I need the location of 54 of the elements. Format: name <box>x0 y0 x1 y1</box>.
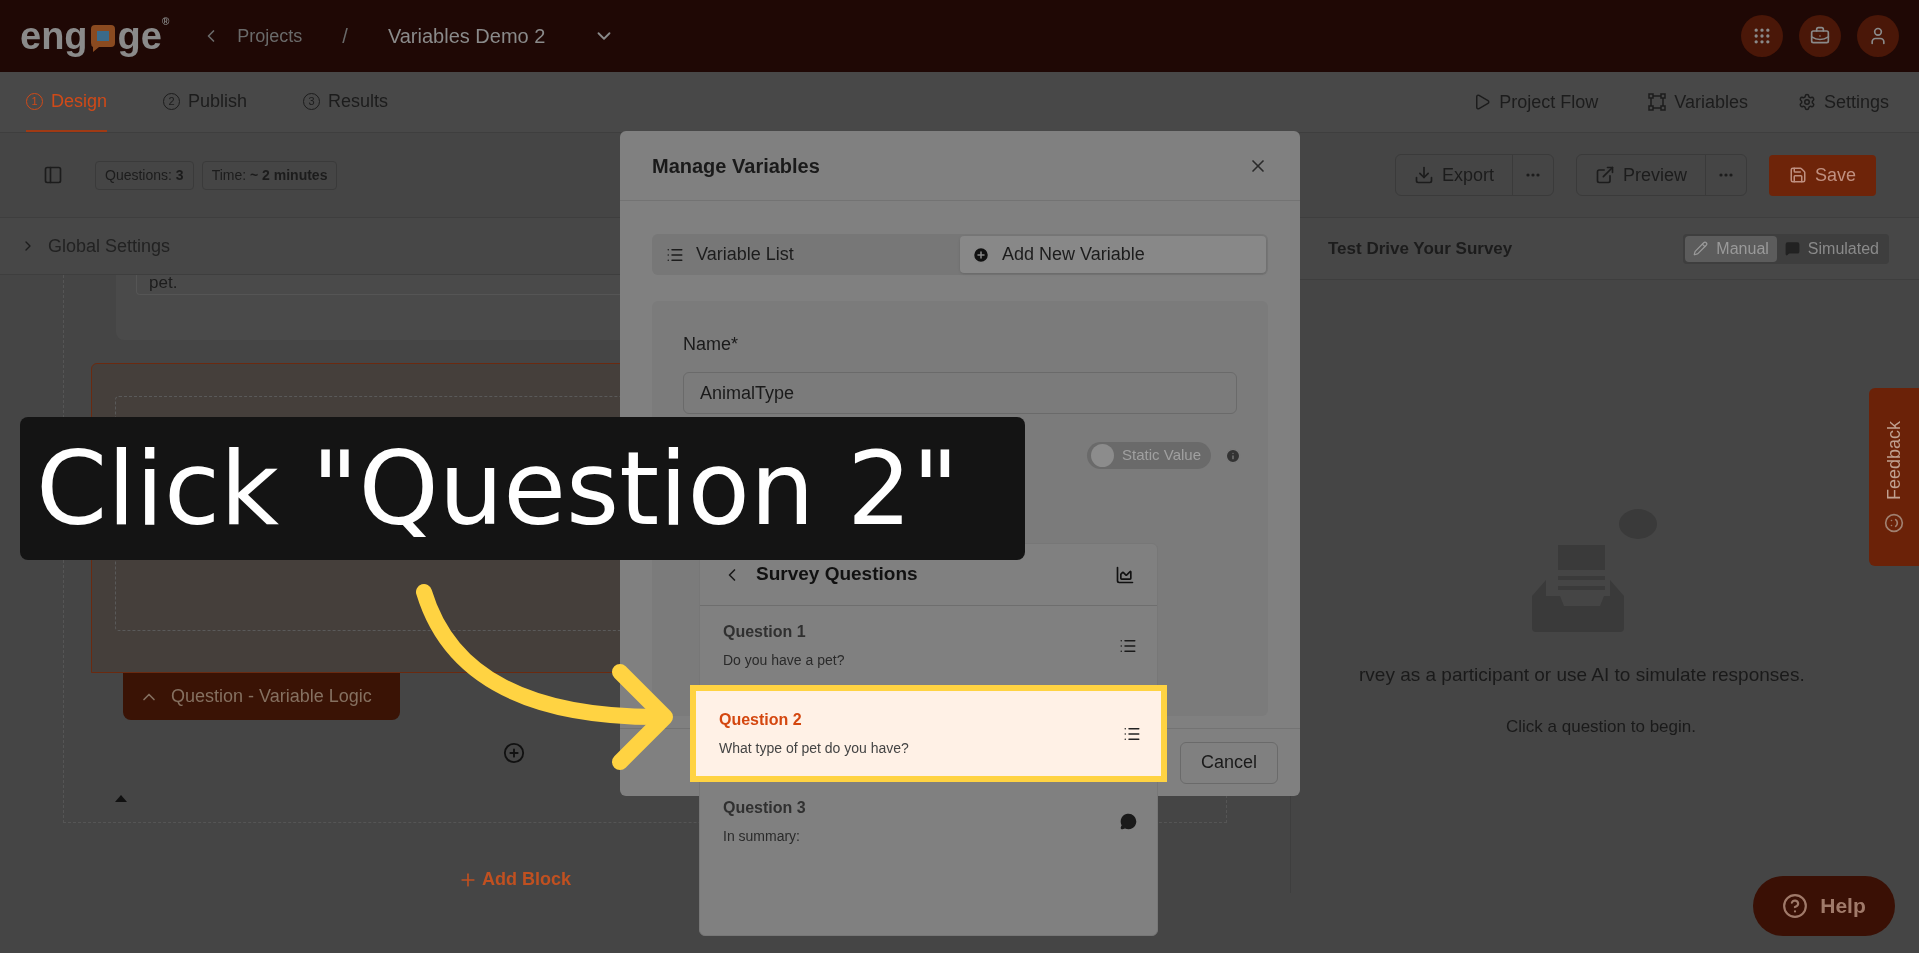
question-title: Question 3 <box>723 798 807 818</box>
question-text: In summary: <box>723 827 801 846</box>
instruction-text: Click "Question 2" <box>36 437 959 540</box>
dialog-title: Manage Variables <box>652 153 820 179</box>
projects-link[interactable]: Projects <box>237 22 303 50</box>
toolbox-button[interactable] <box>1799 15 1841 57</box>
feedback-tab[interactable]: Feedback <box>1869 388 1919 566</box>
question-title: Question 1 <box>723 622 807 642</box>
pencil-icon <box>1693 241 1709 256</box>
dialog-tab[interactable]: Variable List <box>654 236 960 273</box>
question-text: Do you have a pet? <box>723 651 846 670</box>
add-block-button[interactable]: Add Block <box>458 866 571 893</box>
mode-toggle[interactable]: Simulated <box>1776 235 1887 262</box>
question-text: What type of pet do you have? <box>719 739 910 758</box>
question-option[interactable]: Question 1 Do you have a pet? <box>700 606 1157 685</box>
dialog-tab[interactable]: Add New Variable <box>960 236 1266 273</box>
caret-up-icon[interactable] <box>115 794 127 803</box>
comment-icon <box>1120 813 1137 830</box>
ellipsis-icon <box>1718 173 1733 177</box>
sidebar-toggle-icon[interactable] <box>43 165 63 185</box>
toolbox-icon <box>1810 26 1830 46</box>
save-button[interactable]: Save <box>1768 154 1876 196</box>
logo[interactable]: eng ge® <box>20 17 170 55</box>
profile-button[interactable] <box>1857 15 1899 57</box>
cancel-button[interactable]: Cancel <box>1179 741 1278 784</box>
step-tab[interactable]: 1 Design <box>26 72 108 132</box>
download-icon <box>1413 165 1434 185</box>
question-option[interactable]: Question 2 What type of pet do you have? <box>690 685 1167 782</box>
apps-button[interactable] <box>1741 15 1783 57</box>
question-title: Question 2 <box>719 710 803 730</box>
user-icon <box>1868 26 1888 46</box>
plus-circle-icon <box>972 245 990 264</box>
help-button[interactable]: Help <box>1753 876 1895 936</box>
grid-icon <box>1752 26 1772 46</box>
play-icon <box>1473 93 1492 111</box>
name-field[interactable]: AnimalType <box>683 372 1237 414</box>
chat-icon <box>1784 241 1800 256</box>
settings-icon <box>1797 93 1816 111</box>
add-icon[interactable] <box>503 742 525 765</box>
smiley-icon <box>1884 512 1904 533</box>
picker-title: Survey Questions <box>756 562 918 587</box>
mode-toggle[interactable]: Manual <box>1685 235 1777 262</box>
chart-icon[interactable] <box>1115 564 1135 585</box>
breadcrumb-separator: / <box>342 24 348 49</box>
help-icon <box>1782 893 1809 919</box>
external-link-icon <box>1594 165 1615 185</box>
name-label: Name* <box>683 333 740 356</box>
logic-tab[interactable]: Question - Variable Logic <box>123 673 400 721</box>
question-option[interactable]: Question 3 In summary: <box>700 782 1157 861</box>
speech-bubble-icon <box>88 23 117 53</box>
project-title: Variables Demo 2 <box>387 24 546 49</box>
variables-icon <box>1648 93 1667 111</box>
ellipsis-icon <box>1525 173 1540 177</box>
info-icon[interactable] <box>1225 447 1241 464</box>
